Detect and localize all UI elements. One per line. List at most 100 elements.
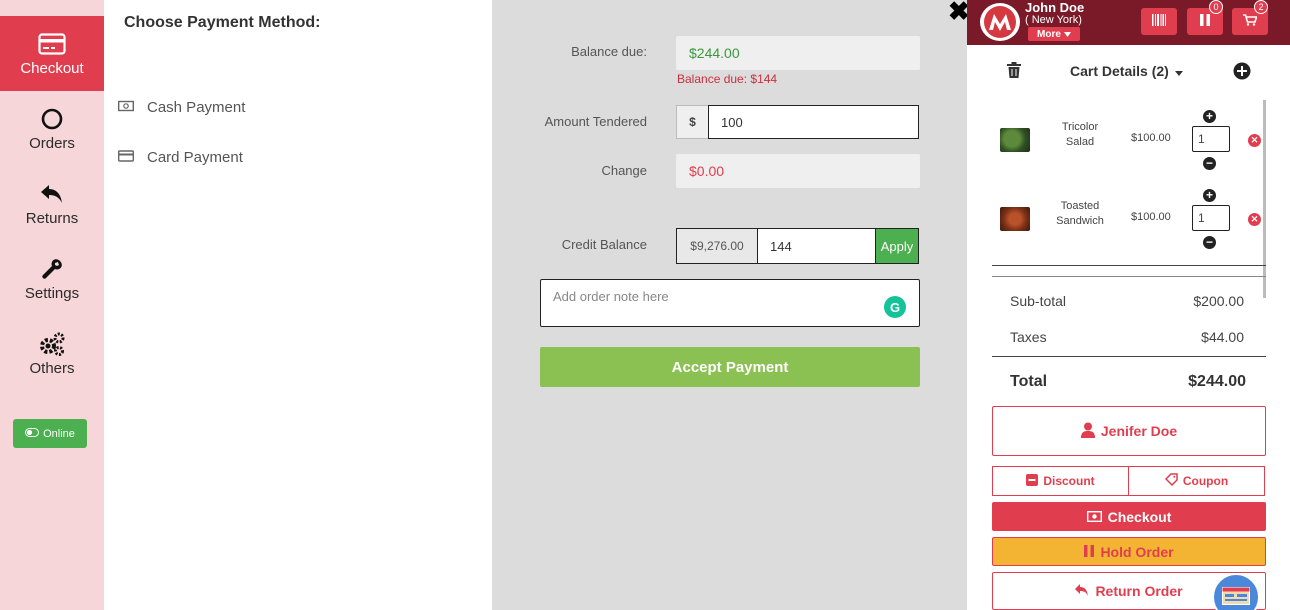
cart-scrollbar[interactable]	[1263, 100, 1266, 298]
cart-panel: John Doe ( New York) More 0 2 Cart Detai…	[967, 0, 1290, 610]
cart-item-qty-input[interactable]: 1	[1192, 205, 1230, 231]
cash-payment-label: Cash Payment	[147, 99, 246, 116]
change-label: Change	[601, 163, 647, 178]
sidebar-item-settings[interactable]: Settings	[0, 241, 104, 316]
amount-tendered-input[interactable]	[708, 105, 919, 139]
caret-down-icon	[1174, 63, 1183, 79]
pos-app: Checkout Orders Returns Settings Others	[0, 0, 1290, 610]
sidebar-item-label: Checkout	[20, 60, 84, 77]
taxes-row: Taxes $44.00	[1010, 329, 1244, 345]
cart-icon	[1243, 13, 1258, 31]
divider	[992, 265, 1266, 266]
sidebar-item-label: Settings	[24, 285, 80, 302]
salad-image	[1000, 128, 1030, 152]
cart-item: Tricolor Salad $100.00 + 1 − ✕	[992, 110, 1267, 172]
coupon-label: Coupon	[1182, 474, 1229, 488]
discount-button[interactable]: Discount	[992, 466, 1129, 496]
taxes-value: $44.00	[1201, 329, 1244, 345]
trash-icon[interactable]	[1007, 62, 1021, 83]
cart-item-price: $100.00	[1131, 211, 1171, 223]
sidebar-item-orders[interactable]: Orders	[0, 91, 104, 166]
grammarly-icon[interactable]: G	[884, 296, 906, 318]
balance-due-value: $244.00	[676, 36, 920, 70]
amount-tendered-label: Amount Tendered	[544, 114, 647, 129]
order-note-textarea[interactable]: Add order note here	[540, 279, 920, 327]
reply-icon	[1075, 583, 1089, 599]
customer-name: Jenifer Doe	[1100, 423, 1178, 439]
pause-icon	[1200, 13, 1210, 31]
coupon-button[interactable]: Coupon	[1128, 466, 1265, 496]
decrease-qty-icon[interactable]: −	[1203, 236, 1216, 249]
total-label: Total	[1010, 373, 1048, 390]
subtotal-value: $200.00	[1193, 293, 1244, 309]
cash-payment-option[interactable]: Cash Payment	[117, 99, 246, 116]
hold-orders-badge: 0	[1209, 0, 1223, 14]
barcode-icon	[1152, 13, 1166, 31]
sidebar-item-returns[interactable]: Returns	[0, 166, 104, 241]
credit-balance-label: Credit Balance	[561, 237, 647, 252]
cart-button[interactable]: 2	[1232, 0, 1268, 35]
sidebar-item-checkout[interactable]: Checkout	[0, 16, 104, 91]
user-name: John Doe	[1025, 0, 1085, 15]
minus-square-icon	[1026, 473, 1039, 489]
pause-icon	[1084, 544, 1095, 560]
card-payment-option[interactable]: Card Payment	[117, 149, 243, 166]
sandwich-image	[1000, 207, 1030, 231]
card-icon	[117, 149, 135, 166]
balance-due-note: Balance due: $144	[677, 72, 778, 86]
apply-credit-button[interactable]: Apply	[876, 228, 919, 264]
return-order-label: Return Order	[1095, 583, 1183, 599]
taxes-label: Taxes	[1010, 329, 1047, 345]
credit-balance-value: $9,276.00	[676, 228, 758, 264]
subtotal-row: Sub-total $200.00	[1010, 293, 1244, 309]
reply-icon	[39, 180, 65, 208]
online-toggle[interactable]: Online	[13, 419, 87, 448]
total-row: Total $244.00	[1010, 373, 1246, 391]
add-circle-icon[interactable]	[1233, 62, 1251, 85]
cart-header: John Doe ( New York) More 0 2	[967, 0, 1290, 45]
hold-order-button[interactable]: Hold Order	[992, 537, 1266, 566]
discount-label: Discount	[1043, 474, 1095, 488]
hold-orders-button[interactable]: 0	[1187, 0, 1223, 35]
cart-title: Cart Details (2)	[1070, 63, 1169, 79]
change-value: $0.00	[676, 154, 920, 188]
increase-qty-icon[interactable]: +	[1203, 110, 1216, 123]
credit-card-icon	[38, 30, 66, 58]
cart-item-name: Toasted Sandwich	[1056, 200, 1104, 227]
decrease-qty-icon[interactable]: −	[1203, 157, 1216, 170]
cart-item-name: Tricolor Salad	[1061, 121, 1099, 148]
toggle-icon	[25, 427, 40, 440]
card-payment-label: Card Payment	[147, 149, 243, 166]
caret-down-icon	[1063, 29, 1071, 40]
money-icon	[1086, 509, 1102, 525]
accept-payment-button[interactable]: Accept Payment	[540, 347, 920, 387]
user-icon	[1080, 422, 1095, 441]
divider	[992, 356, 1266, 357]
barcode-button[interactable]	[1141, 8, 1177, 35]
gears-icon	[38, 330, 66, 358]
tag-icon	[1164, 473, 1178, 489]
increase-qty-icon[interactable]: +	[1203, 189, 1216, 202]
sidebar-item-label: Others	[29, 360, 75, 377]
cart-item-price: $100.00	[1131, 132, 1171, 144]
checkout-label: Checkout	[1107, 508, 1172, 525]
brand-logo-icon	[980, 3, 1020, 41]
cart-badge: 2	[1254, 0, 1268, 14]
payment-method-panel: Choose Payment Method: Cash Payment Card…	[104, 0, 492, 610]
sidebar: Checkout Orders Returns Settings Others	[0, 0, 104, 610]
more-dropdown[interactable]: More	[1028, 27, 1080, 41]
total-value: $244.00	[1188, 373, 1246, 390]
credit-apply-input[interactable]	[757, 228, 876, 264]
remove-item-icon[interactable]: ✕	[1248, 213, 1261, 226]
customer-button[interactable]: Jenifer Doe	[992, 406, 1266, 456]
circle-icon	[40, 105, 64, 133]
sidebar-item-label: Returns	[25, 210, 79, 227]
cart-item: Toasted Sandwich $100.00 + 1 − ✕	[992, 189, 1267, 251]
cart-item-qty-input[interactable]: 1	[1192, 126, 1230, 152]
checkout-button[interactable]: Checkout	[992, 502, 1266, 531]
cart-details-dropdown[interactable]: Cart Details (2)	[1070, 63, 1183, 79]
sidebar-item-others[interactable]: Others	[0, 316, 104, 391]
remove-item-icon[interactable]: ✕	[1248, 134, 1261, 147]
currency-symbol: $	[676, 105, 708, 139]
subtotal-label: Sub-total	[1010, 293, 1067, 309]
